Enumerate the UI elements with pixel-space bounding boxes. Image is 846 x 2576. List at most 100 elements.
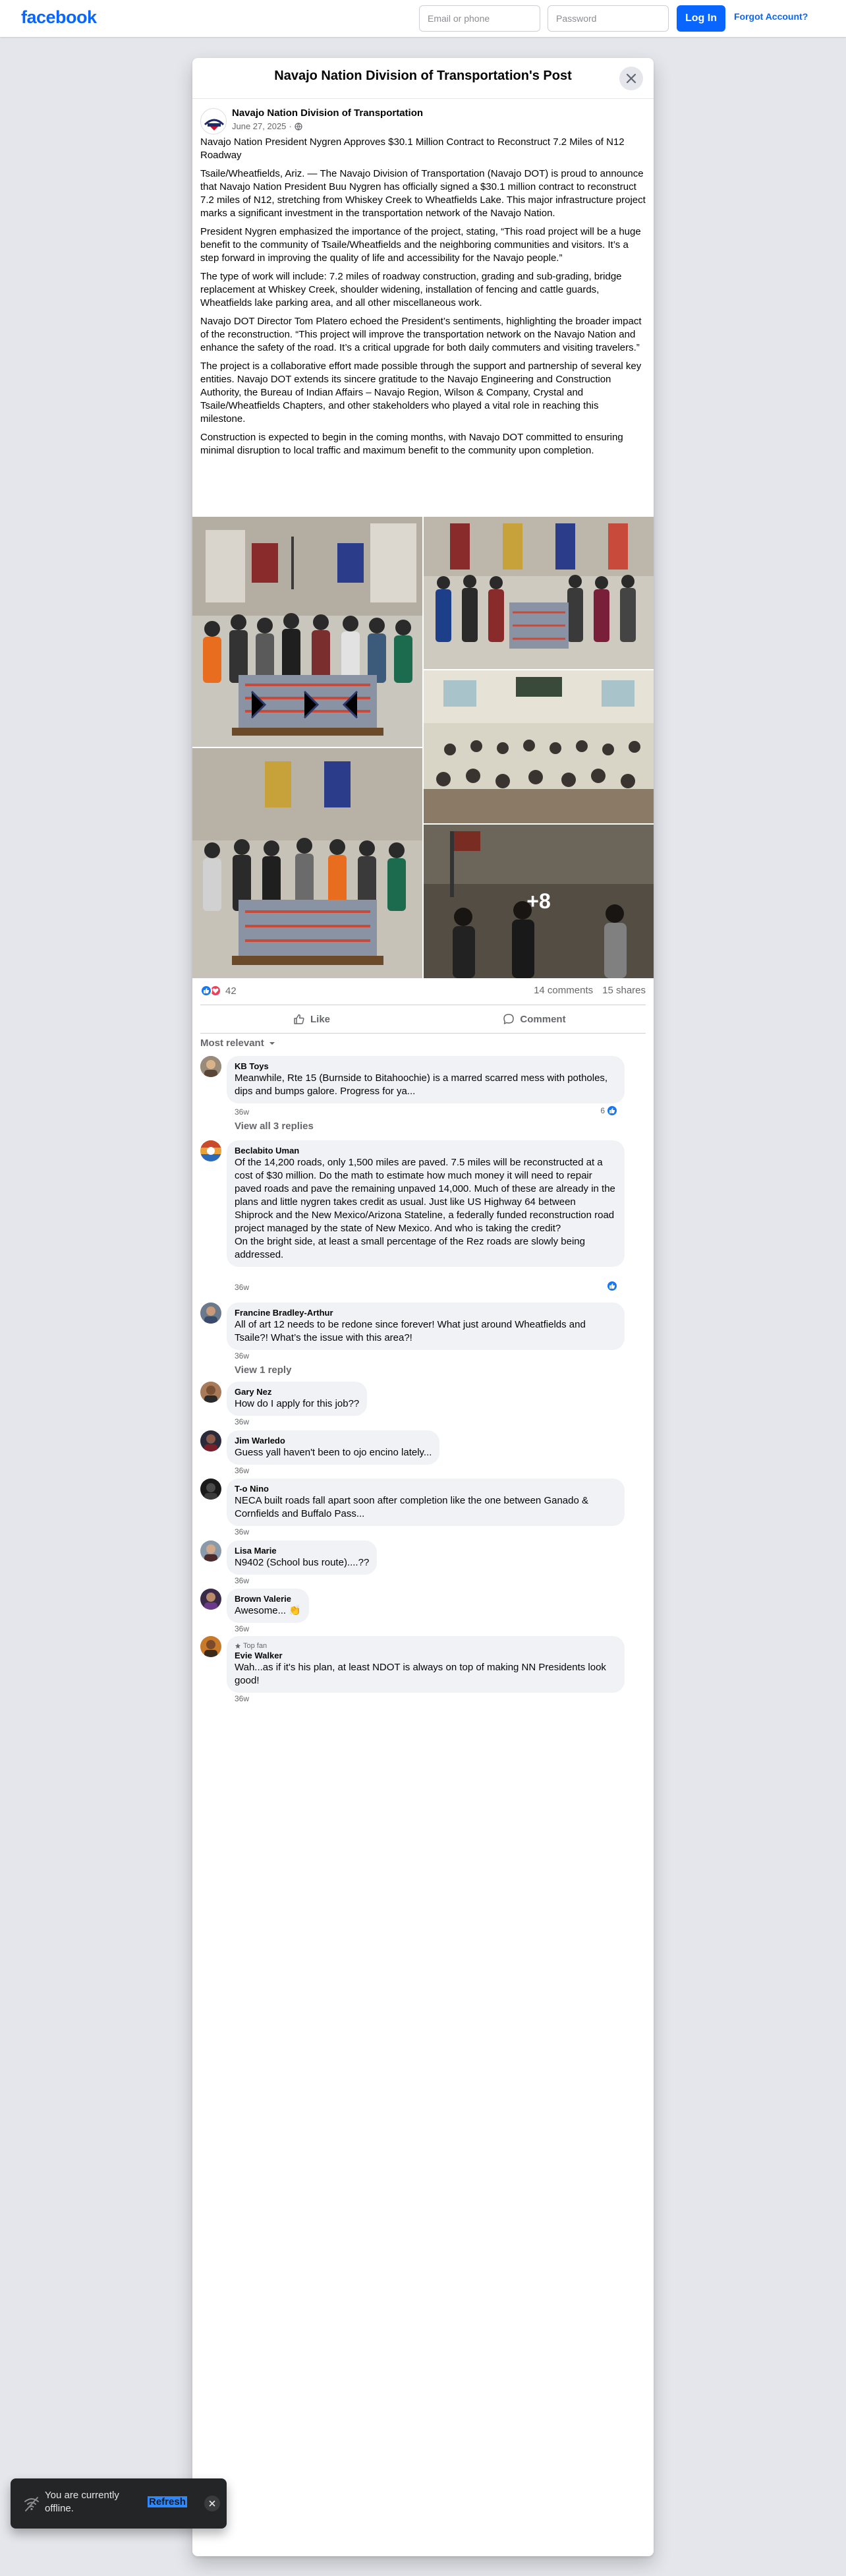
comment-time[interactable]: 36w	[235, 1576, 249, 1585]
post-author-name[interactable]: Navajo Nation Division of Transportation	[232, 107, 423, 119]
comment-author[interactable]: Lisa Marie	[235, 1546, 369, 1556]
comment-author[interactable]: T-o Nino	[235, 1484, 617, 1494]
login-button[interactable]: Log In	[677, 5, 725, 32]
avatar[interactable]	[200, 1382, 221, 1403]
post-meta: June 27, 2025 ·	[232, 121, 302, 131]
like-reaction-icon	[606, 1105, 618, 1117]
comments-count[interactable]: 14 comments	[534, 985, 593, 996]
comment-author[interactable]: Gary Nez	[235, 1387, 359, 1397]
avatar[interactable]	[200, 1056, 221, 1077]
comment-bubble: Top fan Evie Walker Wah...as if it's his…	[227, 1636, 625, 1693]
comment-author[interactable]: KB Toys	[235, 1061, 617, 1072]
comment-time[interactable]: 36w	[235, 1694, 249, 1703]
comment-sort-dropdown[interactable]: Most relevant	[200, 1038, 276, 1049]
comment-reactions[interactable]	[606, 1280, 618, 1292]
reaction-summary[interactable]: 42	[200, 985, 237, 997]
toast-close-button[interactable]	[204, 2496, 220, 2511]
page-avatar[interactable]	[200, 108, 227, 134]
comment-bubble: Brown Valerie Awesome... 👏	[227, 1589, 309, 1623]
post-paragraph: Tsaile/Wheatfields, Ariz. — The Navajo D…	[200, 168, 646, 219]
comment-text: Awesome... 👏	[235, 1605, 301, 1616]
comment-bubble: Francine Bradley-Arthur All of art 12 ne…	[227, 1303, 625, 1350]
avatar[interactable]	[200, 1430, 221, 1451]
comment-author[interactable]: Jim Warledo	[235, 1436, 432, 1446]
badge-icon	[235, 1643, 240, 1649]
comment-time[interactable]: 36w	[235, 1107, 249, 1117]
comment-text: How do I apply for this job??	[235, 1398, 360, 1409]
comment-author[interactable]: Beclabito Uman	[235, 1146, 617, 1156]
comment-bubble: Lisa Marie N9402 (School bus route)....?…	[227, 1540, 378, 1575]
top-navigation-bar: facebook Log In Forgot Account?	[0, 0, 846, 37]
more-photos-overlay[interactable]: +8	[424, 825, 654, 978]
comment-text: Of the 14,200 roads, only 1,500 miles ar…	[235, 1157, 615, 1260]
offline-toast: You are currently offline. Refresh	[11, 2478, 227, 2529]
post-photo-more[interactable]: +8	[424, 825, 654, 978]
avatar[interactable]	[200, 1303, 221, 1324]
comment: Beclabito Uman Of the 14,200 roads, only…	[200, 1140, 646, 1299]
post-paragraph: The type of work will include: 7.2 miles…	[200, 271, 622, 308]
comment-time[interactable]: 36w	[235, 1283, 249, 1292]
comment: Top fan Evie Walker Wah...as if it's his…	[200, 1636, 646, 1703]
email-input[interactable]	[419, 5, 540, 32]
like-button[interactable]: Like	[200, 1005, 423, 1033]
comment-time[interactable]: 36w	[235, 1417, 249, 1426]
comment-reactions[interactable]: 6	[600, 1105, 618, 1117]
post-date[interactable]: June 27, 2025	[232, 121, 286, 131]
post-photo[interactable]	[192, 517, 422, 747]
comment-text: N9402 (School bus route)....??	[235, 1557, 370, 1568]
view-replies-link[interactable]: View all 3 replies	[235, 1121, 314, 1132]
comment-bubble: Gary Nez How do I apply for this job??	[227, 1382, 368, 1416]
avatar[interactable]	[200, 1636, 221, 1657]
top-fan-badge: Top fan	[235, 1641, 617, 1651]
comment-time[interactable]: 36w	[235, 1351, 249, 1361]
password-input[interactable]	[548, 5, 669, 32]
post-photo[interactable]	[424, 670, 654, 823]
post-modal: Navajo Nation Division of Transportation…	[192, 58, 654, 2556]
chevron-down-icon	[269, 1041, 275, 1045]
post-paragraph: Navajo Nation President Nygren Approves …	[200, 136, 625, 161]
like-reaction-icon	[606, 1280, 618, 1292]
comment-text: Guess yall haven't been to ojo encino la…	[235, 1447, 432, 1458]
post-text: Navajo Nation President Nygren Approves …	[200, 136, 646, 463]
comment-text: Meanwhile, Rte 15 (Burnside to Bitahooch…	[235, 1072, 608, 1097]
facebook-logo[interactable]: facebook	[21, 7, 97, 28]
comment-time[interactable]: 36w	[235, 1466, 249, 1475]
avatar[interactable]	[200, 1540, 221, 1562]
post-photo[interactable]	[424, 517, 654, 669]
comment-author[interactable]: Evie Walker	[235, 1651, 617, 1661]
refresh-button[interactable]: Refresh	[148, 2496, 187, 2507]
comment: Brown Valerie Awesome... 👏 36w	[200, 1589, 646, 1633]
shares-count[interactable]: 15 shares	[602, 985, 646, 996]
view-replies-link[interactable]: View 1 reply	[235, 1364, 291, 1376]
comment-button[interactable]: Comment	[423, 1005, 646, 1033]
comment-author[interactable]: Francine Bradley-Arthur	[235, 1308, 617, 1318]
post-paragraph: The project is a collaborative effort ma…	[200, 361, 642, 424]
comment: Jim Warledo Guess yall haven't been to o…	[200, 1430, 646, 1475]
comment-bubble: KB Toys Meanwhile, Rte 15 (Burnside to B…	[227, 1056, 625, 1103]
post-actions: Like Comment	[200, 1005, 646, 1034]
post-paragraph: Navajo DOT Director Tom Platero echoed t…	[200, 316, 642, 353]
post-paragraph: Construction is expected to begin in the…	[200, 432, 623, 456]
post-paragraph: President Nygren emphasized the importan…	[200, 226, 641, 264]
comment: Gary Nez How do I apply for this job?? 3…	[200, 1382, 646, 1426]
wifi-off-icon	[24, 2497, 39, 2511]
avatar[interactable]	[200, 1478, 221, 1500]
comment-bubble: Jim Warledo Guess yall haven't been to o…	[227, 1430, 440, 1465]
avatar[interactable]	[200, 1140, 221, 1161]
avatar[interactable]	[200, 1589, 221, 1610]
comment-time[interactable]: 36w	[235, 1527, 249, 1537]
comment-time[interactable]: 36w	[235, 1624, 249, 1633]
close-icon	[209, 2500, 215, 2507]
post-stats: 42 14 comments 15 shares	[200, 978, 646, 1005]
comment-bubble-icon	[503, 1014, 515, 1024]
comment-text: Wah...as if it's his plan, at least NDOT…	[235, 1662, 606, 1686]
forgot-account-link[interactable]: Forgot Account?	[734, 11, 808, 22]
post-photo[interactable]	[192, 748, 422, 978]
offline-message: You are currently offline.	[45, 2490, 119, 2514]
close-button[interactable]	[619, 67, 643, 90]
comment-author[interactable]: Brown Valerie	[235, 1594, 301, 1604]
comment: T-o Nino NECA built roads fall apart soo…	[200, 1478, 646, 1537]
photo-grid: +8	[192, 517, 654, 978]
comment: Francine Bradley-Arthur All of art 12 ne…	[200, 1303, 646, 1376]
close-icon	[626, 73, 636, 84]
